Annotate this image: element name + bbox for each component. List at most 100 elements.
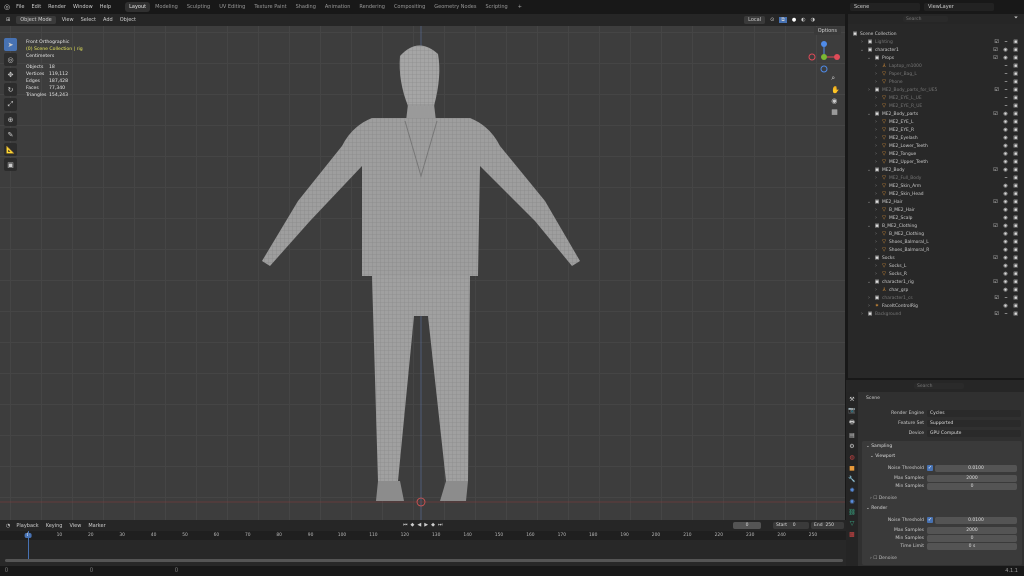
feature-set-dropdown[interactable]: Supported: [927, 420, 1021, 427]
visibility-toggles[interactable]: ◉ ▣: [1003, 239, 1020, 245]
play-reverse-icon[interactable]: ◀: [417, 522, 421, 528]
visibility-toggles[interactable]: ☑ ◉ ▣: [993, 47, 1020, 53]
visibility-toggles[interactable]: ◉ ▣: [1003, 231, 1020, 237]
outliner-item[interactable]: › ▽ ME2_EYE_R ◉ ▣: [848, 126, 1024, 134]
outliner-item[interactable]: ▣ Scene Collection: [848, 30, 1024, 38]
r-time-limit-field[interactable]: 0 s: [927, 543, 1017, 550]
play-icon[interactable]: ▶: [424, 522, 428, 528]
shading-material-icon[interactable]: ◐: [801, 17, 805, 23]
menu-window[interactable]: Window: [73, 4, 93, 10]
tab-scripting[interactable]: Scripting: [481, 2, 511, 12]
tab-shading[interactable]: Shading: [292, 2, 320, 12]
visibility-toggles[interactable]: ☑ ◉ ▣: [993, 279, 1020, 285]
outliner-item[interactable]: ⌄ ▣ character1 ☑ ◉ ▣: [848, 46, 1024, 54]
visibility-toggles[interactable]: ☑ ⌣ ▣: [994, 39, 1020, 45]
mode-selector[interactable]: Object Mode: [16, 16, 56, 24]
visibility-toggles[interactable]: ☑ ⌣ ▣: [994, 311, 1020, 317]
outliner-item[interactable]: › ▽ ME2_Upper_Teeth ◉ ▣: [848, 158, 1024, 166]
vp-denoise-toggle[interactable]: › ☐ Denoise: [870, 496, 897, 501]
expand-arrow-icon[interactable]: ›: [873, 159, 879, 165]
menu-help[interactable]: Help: [100, 4, 111, 10]
outliner-item[interactable]: › ▽ Socks_L ◉ ▣: [848, 262, 1024, 270]
tab-compositing[interactable]: Compositing: [390, 2, 429, 12]
visibility-toggles[interactable]: ◉ ▣: [1003, 119, 1020, 125]
vp-noise-threshold-field[interactable]: 0.0100: [935, 465, 1017, 472]
scene-selector[interactable]: Scene: [850, 3, 920, 11]
expand-arrow-icon[interactable]: ›: [859, 311, 865, 317]
outliner-item[interactable]: › ▽ ME2_EYE_R_UE ⌣ ▣: [848, 102, 1024, 110]
navigation-gizmo[interactable]: [808, 41, 840, 73]
tab-layout[interactable]: Layout: [125, 2, 151, 12]
expand-arrow-icon[interactable]: ›: [873, 143, 879, 149]
timeline-editor-icon[interactable]: ◔: [6, 523, 10, 529]
prev-key-icon[interactable]: ◆: [411, 522, 415, 528]
select-tool-icon[interactable]: ➤: [4, 38, 17, 51]
outliner-item[interactable]: › ▣ Lighting ☑ ⌣ ▣: [848, 38, 1024, 46]
expand-arrow-icon[interactable]: ›: [873, 151, 879, 157]
visibility-toggles[interactable]: ☑ ◉ ▣: [993, 55, 1020, 61]
expand-arrow-icon[interactable]: ›: [873, 247, 879, 253]
tab-sculpting[interactable]: Sculpting: [183, 2, 214, 12]
visibility-toggles[interactable]: ◉ ▣: [1003, 135, 1020, 141]
timeline-menu-playback[interactable]: Playback: [16, 523, 38, 529]
r-max-samples-field[interactable]: 2000: [927, 527, 1017, 534]
add-cube-tool-icon[interactable]: ▣: [4, 158, 17, 171]
outliner-item[interactable]: › ▽ ME2_Tongue ◉ ▣: [848, 150, 1024, 158]
outliner-item[interactable]: ⌄ ▣ Socks ☑ ◉ ▣: [848, 254, 1024, 262]
scale-tool-icon[interactable]: ⤢: [4, 98, 17, 111]
3d-viewport[interactable]: Options ⌕ ✋ ◉ ▦: [0, 26, 845, 520]
outliner-item[interactable]: ⌄ ▣ ME2_Body ☑ ◉ ▣: [848, 166, 1024, 174]
rotate-tool-icon[interactable]: ↻: [4, 83, 17, 96]
visibility-toggles[interactable]: ◉ ▣: [1003, 271, 1020, 277]
expand-arrow-icon[interactable]: ›: [873, 119, 879, 125]
outliner-item[interactable]: › ▽ ME2_Lower_Teeth ◉ ▣: [848, 142, 1024, 150]
viewport-menu-select[interactable]: Select: [81, 17, 96, 23]
expand-arrow-icon[interactable]: ›: [873, 79, 879, 85]
visibility-toggles[interactable]: ☑ ◉ ▣: [993, 223, 1020, 229]
timeline-ruler[interactable]: 0102030405060708090100110120130140150160…: [0, 531, 846, 540]
current-frame-field[interactable]: 0: [733, 522, 761, 529]
visibility-toggles[interactable]: ⌣ ▣: [1004, 103, 1020, 109]
outliner-search[interactable]: Search: [903, 16, 948, 22]
expand-arrow-icon[interactable]: ›: [873, 271, 879, 277]
timeline-menu-marker[interactable]: Marker: [88, 523, 105, 529]
expand-arrow-icon[interactable]: ›: [873, 95, 879, 101]
render-subpanel-header[interactable]: ⌄ Render: [866, 506, 887, 511]
r-denoise-toggle[interactable]: › ☐ Denoise: [870, 556, 897, 561]
shading-rendered-icon[interactable]: ◑: [811, 17, 815, 23]
outliner-item[interactable]: › ▣ character1_cs ☑ ⌣ ▣: [848, 294, 1024, 302]
constraints-tab-icon[interactable]: ⛓: [848, 509, 856, 516]
add-workspace-button[interactable]: +: [518, 4, 522, 10]
expand-arrow-icon[interactable]: ›: [866, 87, 872, 93]
move-tool-icon[interactable]: ✥: [4, 68, 17, 81]
outliner-item[interactable]: › ▽ B_ME2_Clothing ◉ ▣: [848, 230, 1024, 238]
visibility-toggles[interactable]: ◉ ▣: [1003, 247, 1020, 253]
render-tab-icon[interactable]: 📷: [848, 407, 855, 414]
r-min-samples-field[interactable]: 0: [927, 535, 1017, 542]
next-key-icon[interactable]: ◆: [431, 522, 435, 528]
visibility-toggles[interactable]: ☑ ⌣ ▣: [994, 87, 1020, 93]
grid-ortho-icon[interactable]: ▦: [831, 108, 840, 116]
visibility-toggles[interactable]: ◉ ▣: [1003, 263, 1020, 269]
viewport-subpanel-header[interactable]: ⌄ Viewport: [870, 454, 895, 459]
outliner-item[interactable]: › ▣ ME2_Body_parts_for_UE5 ☑ ⌣ ▣: [848, 86, 1024, 94]
material-tab-icon[interactable]: ▩: [849, 531, 855, 538]
outliner-item[interactable]: › ▽ B_ME2_Hair ◉ ▣: [848, 206, 1024, 214]
expand-arrow-icon[interactable]: ›: [873, 231, 879, 237]
menu-file[interactable]: File: [16, 4, 24, 10]
vp-min-samples-field[interactable]: 0: [927, 483, 1017, 490]
outliner-item[interactable]: › ▽ Paper_Bag_L ⌣ ▣: [848, 70, 1024, 78]
transform-orientation-selector[interactable]: Local: [744, 16, 766, 24]
expand-arrow-icon[interactable]: ›: [873, 103, 879, 109]
r-noise-threshold-checkbox[interactable]: ✓: [927, 517, 933, 523]
physics-tab-icon[interactable]: ◉: [849, 498, 854, 505]
vp-noise-threshold-checkbox[interactable]: ✓: [927, 465, 933, 471]
expand-arrow-icon[interactable]: ›: [873, 135, 879, 141]
start-frame-field[interactable]: Start 0: [773, 522, 809, 529]
modifier-tab-icon[interactable]: 🔧: [848, 476, 855, 483]
jump-start-icon[interactable]: ⏮: [403, 522, 408, 528]
jump-end-icon[interactable]: ⏭: [438, 522, 443, 528]
visibility-toggles[interactable]: ☑ ⌣ ▣: [994, 295, 1020, 301]
visibility-toggles[interactable]: ⌣ ▣: [1004, 79, 1020, 85]
visibility-toggles[interactable]: ◉ ▣: [1003, 303, 1020, 309]
